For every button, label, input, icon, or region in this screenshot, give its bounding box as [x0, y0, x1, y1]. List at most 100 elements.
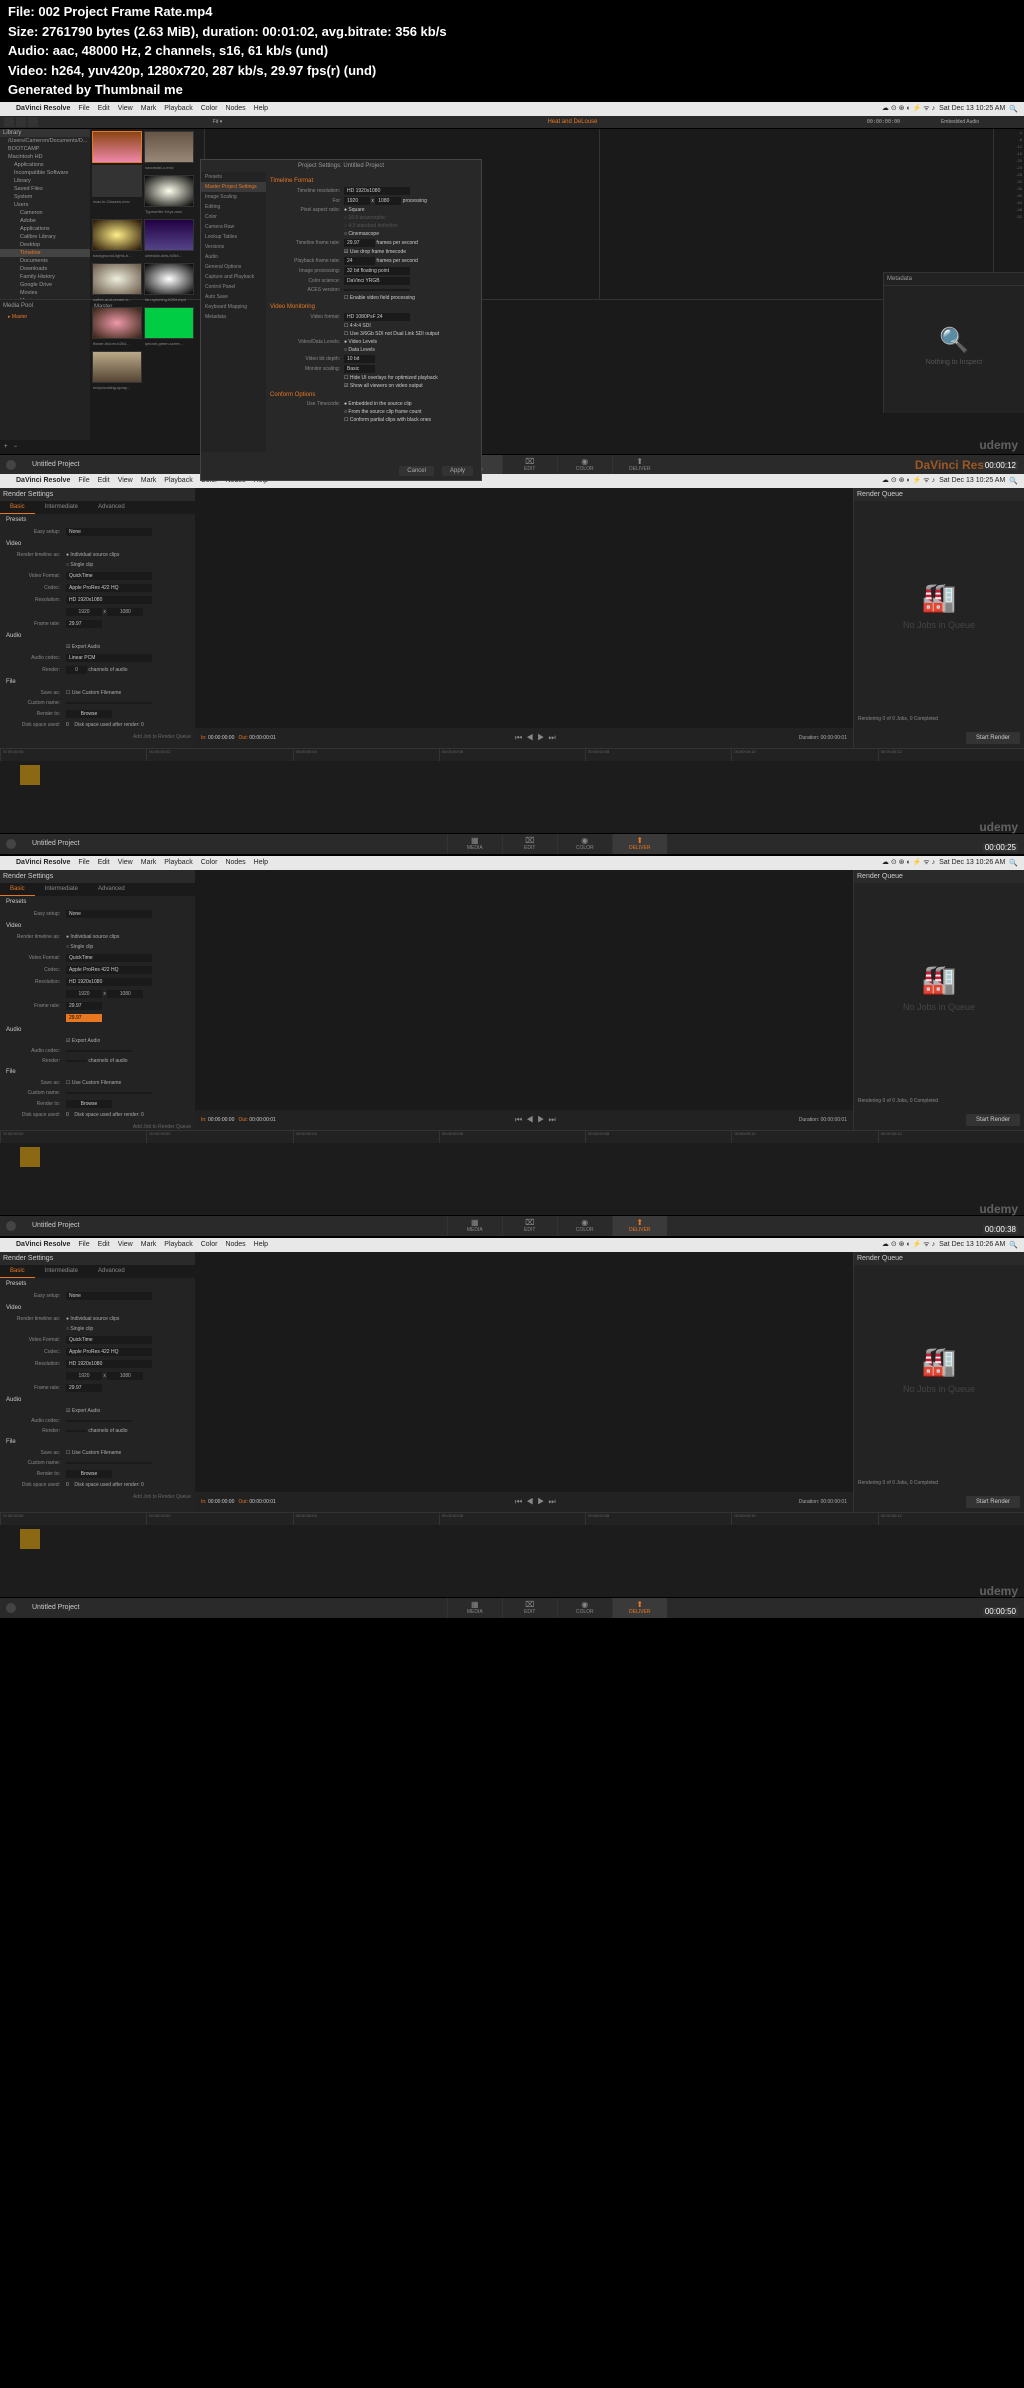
framerate-dropdown[interactable]: 29.97 — [66, 1384, 102, 1392]
settings-nav-item[interactable]: Auto Save — [201, 292, 266, 302]
settings-nav-item[interactable]: Versions — [201, 242, 266, 252]
resolution-width[interactable]: 1920 — [344, 197, 370, 205]
menu-color[interactable]: Color — [197, 859, 222, 866]
start-render-button[interactable]: Start Render — [966, 1496, 1020, 1508]
lib-item[interactable]: Applications — [0, 161, 90, 169]
custom-filename-checkbox[interactable]: ☐ Use Custom Filename — [66, 1080, 195, 1086]
video-format-dropdown[interactable]: HD 1080PsF 24 — [344, 313, 410, 321]
settings-nav-item[interactable]: Audio — [201, 252, 266, 262]
lib-item[interactable]: Users — [0, 201, 90, 209]
menu-help[interactable]: Help — [250, 859, 272, 866]
lib-item[interactable]: Adobe — [0, 217, 90, 225]
menu-mark[interactable]: Mark — [137, 859, 161, 866]
menu-nodes[interactable]: Nodes — [221, 859, 249, 866]
individual-clips-radio[interactable]: ● Individual source clips — [66, 934, 195, 940]
lib-item[interactable]: Documents — [0, 257, 90, 265]
res-width[interactable]: 1920 — [66, 608, 102, 616]
spotlight-icon[interactable]: 🔍 — [1009, 477, 1018, 485]
thumbnail[interactable]: celestial-dots-h264... — [144, 219, 194, 251]
video-field-checkbox[interactable]: ☐ Enable video field processing — [344, 295, 477, 301]
res-width[interactable]: 1920 — [66, 990, 102, 998]
menu-file[interactable]: File — [74, 477, 93, 484]
video-levels-radio[interactable]: ● Video Levels — [344, 339, 477, 345]
audio-codec-dropdown[interactable]: Linear PCM — [66, 654, 152, 662]
start-render-button[interactable]: Start Render — [966, 1114, 1020, 1126]
add-button[interactable]: + — [4, 444, 8, 450]
thumbnail[interactable]: background-lights-b... — [92, 219, 142, 251]
menu-view[interactable]: View — [114, 105, 137, 112]
timeline[interactable]: SI 00:00:0000:00:00:0200:00:00:04 00:00:… — [0, 1512, 1024, 1553]
timeline-clip[interactable] — [20, 1147, 40, 1167]
tab-basic[interactable]: Basic — [0, 501, 35, 514]
home-icon[interactable] — [6, 460, 16, 470]
transport-controls[interactable]: ⏮◀▶⏭ — [515, 1115, 560, 1125]
thumbnail[interactable]: iphone-green-scree... — [144, 307, 194, 339]
res-height[interactable]: 1080 — [107, 608, 143, 616]
thumbnail[interactable]: Typewriter Keys.mov — [144, 175, 194, 207]
timeline-clip[interactable] — [20, 765, 40, 785]
custom-name-input[interactable] — [66, 702, 152, 704]
drop-frame-checkbox[interactable]: ☑ Use drop frame timecode — [344, 249, 477, 255]
nav-color[interactable]: ◉COLOR — [557, 1216, 612, 1236]
aces-dropdown[interactable] — [344, 289, 410, 291]
menu-playback[interactable]: Playback — [160, 477, 196, 484]
settings-nav-item[interactable]: Color — [201, 212, 266, 222]
settings-nav-item[interactable]: Keyboard Mapping — [201, 302, 266, 312]
channels-input[interactable]: 0 — [66, 666, 87, 674]
timecode-radio[interactable]: ● Embedded in the source clip — [344, 401, 477, 407]
browse-button[interactable]: Browse — [66, 1470, 112, 1478]
nav-color[interactable]: ◉COLOR — [557, 1598, 612, 1618]
home-icon[interactable] — [6, 1603, 16, 1613]
tab-advanced[interactable]: Advanced — [88, 1265, 135, 1278]
tool-button[interactable] — [16, 117, 26, 127]
menu-file[interactable]: File — [74, 1241, 93, 1248]
nav-media[interactable]: ▦MEDIA — [447, 1216, 502, 1236]
settings-nav-item[interactable]: Lookup Tables — [201, 232, 266, 242]
nav-color[interactable]: ◉COLOR — [557, 455, 612, 475]
resolution-dropdown[interactable]: HD 1920x1080 — [66, 596, 152, 604]
lib-item[interactable]: BOOTCAMP — [0, 145, 90, 153]
codec-dropdown[interactable]: Apple ProRes 422 HQ — [66, 584, 152, 592]
monitor-scaling-dropdown[interactable]: Basic — [344, 365, 375, 373]
timeline-clip[interactable] — [20, 1529, 40, 1549]
framerate-dropdown-open[interactable]: 29.97 — [66, 1014, 102, 1022]
resolution-dropdown[interactable]: HD 1920x1080 — [66, 1360, 152, 1368]
settings-nav-item[interactable]: Editing — [201, 202, 266, 212]
menubar-icons[interactable]: ☁ ⊙ ⊛ ◐ ⚡ ᯤ ♪ — [882, 858, 935, 867]
app-name[interactable]: DaVinci Resolve — [12, 105, 74, 112]
tab-intermediate[interactable]: Intermediate — [35, 1265, 88, 1278]
menu-view[interactable]: View — [114, 859, 137, 866]
audio-codec-dropdown[interactable] — [66, 1420, 132, 1422]
nav-edit[interactable]: ⌧EDIT — [502, 455, 557, 475]
lib-item[interactable]: Desktop — [0, 241, 90, 249]
tab-intermediate[interactable]: Intermediate — [35, 883, 88, 896]
browse-button[interactable]: Browse — [66, 1100, 112, 1108]
settings-nav-item[interactable]: Capture and Playback — [201, 272, 266, 282]
menu-color[interactable]: Color — [197, 1241, 222, 1248]
settings-nav-item[interactable]: General Options — [201, 262, 266, 272]
color-science-dropdown[interactable]: DaVinci YRGB — [344, 277, 410, 285]
codec-dropdown[interactable]: Apple ProRes 422 HQ — [66, 966, 152, 974]
lib-item[interactable]: Applications — [0, 225, 90, 233]
start-render-button[interactable]: Start Render — [966, 732, 1020, 744]
audio-codec-dropdown[interactable] — [66, 1050, 132, 1052]
settings-nav-item[interactable]: Control Panel — [201, 282, 266, 292]
timeline[interactable]: SI 00:00:0000:00:00:0200:00:00:04 00:00:… — [0, 748, 1024, 789]
menu-file[interactable]: File — [74, 105, 93, 112]
custom-filename-checkbox[interactable]: ☐ Use Custom Filename — [66, 690, 195, 696]
res-height[interactable]: 1080 — [107, 990, 143, 998]
settings-nav-item[interactable]: Presets — [201, 172, 266, 182]
nav-edit[interactable]: ⌧EDIT — [502, 1216, 557, 1236]
menu-mark[interactable]: Mark — [137, 105, 161, 112]
conform-checkbox[interactable]: ☐ Conform partial clips with black ones — [344, 417, 477, 423]
timeline-resolution-dropdown[interactable]: HD 1920x1080 — [344, 187, 410, 195]
thumbnail[interactable]: reciprocating-spray... — [92, 351, 142, 383]
hide-ui-checkbox[interactable]: ☐ Hide UI overlays for optimized playbac… — [344, 375, 477, 381]
lib-item[interactable]: Music — [0, 297, 90, 299]
remove-button[interactable]: − — [14, 444, 18, 450]
spotlight-icon[interactable]: 🔍 — [1009, 105, 1018, 113]
thumbnail[interactable]: fan-spinning-h264.mp4 — [144, 263, 194, 295]
menubar-icons[interactable]: ☁ ⊙ ⊛ ◐ ⚡ ᯤ ♪ — [882, 104, 935, 113]
tab-advanced[interactable]: Advanced — [88, 883, 135, 896]
thumbnail[interactable]: coffee-and-cream-h... — [92, 263, 142, 295]
